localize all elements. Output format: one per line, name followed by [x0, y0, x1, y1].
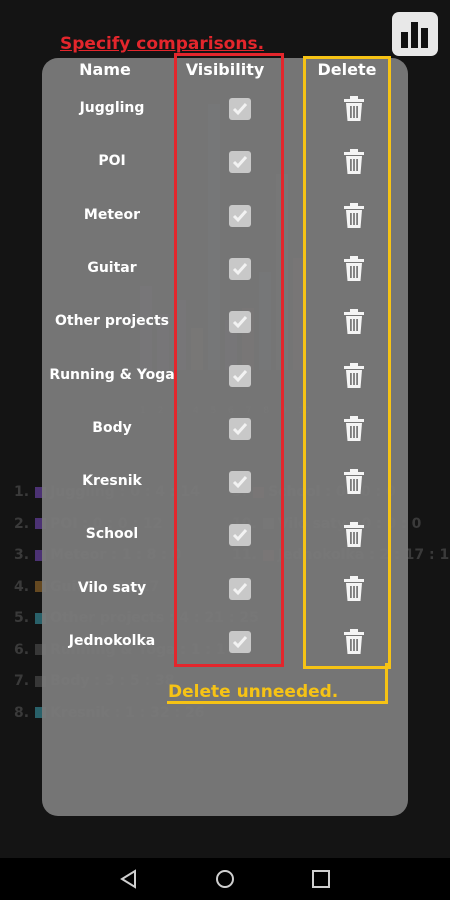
legend-number: 4. — [14, 578, 30, 595]
home-icon[interactable] — [214, 868, 236, 890]
item-name: School — [85, 526, 139, 543]
item-name: Other projects — [55, 313, 169, 330]
legend-number: 5. — [14, 610, 30, 626]
item-name: Kresnik — [82, 473, 142, 490]
delete-unneeded-note: Delete unneeded. — [168, 682, 339, 702]
item-name: Jednokolka — [68, 633, 156, 649]
legend-number: 8. — [14, 704, 30, 721]
bar-chart-icon — [401, 22, 428, 48]
legend-number: 2. — [14, 515, 30, 532]
name-column-header: Name — [79, 60, 131, 79]
item-name: Vilo saty — [77, 579, 147, 596]
chart-view-button[interactable] — [392, 12, 438, 56]
item-name: Body — [92, 419, 132, 436]
visibility-highlight-box — [174, 53, 284, 667]
back-icon[interactable] — [118, 868, 140, 890]
specify-comparisons-note: Specify comparisons. — [60, 34, 265, 54]
item-name: Juggling — [79, 100, 145, 116]
item-name: Guitar — [87, 259, 137, 276]
legend-number: 1. — [14, 484, 30, 500]
delete-highlight-box — [303, 56, 391, 669]
recents-icon[interactable] — [310, 868, 332, 890]
legend-number: 7. — [14, 673, 30, 689]
item-name: Meteor — [83, 206, 141, 223]
legend-number: 3. — [14, 547, 30, 563]
item-name: Running & Yoga — [49, 366, 175, 383]
item-name: POI — [98, 153, 126, 170]
legend-number: 6. — [14, 641, 30, 658]
system-nav-bar — [0, 858, 450, 900]
